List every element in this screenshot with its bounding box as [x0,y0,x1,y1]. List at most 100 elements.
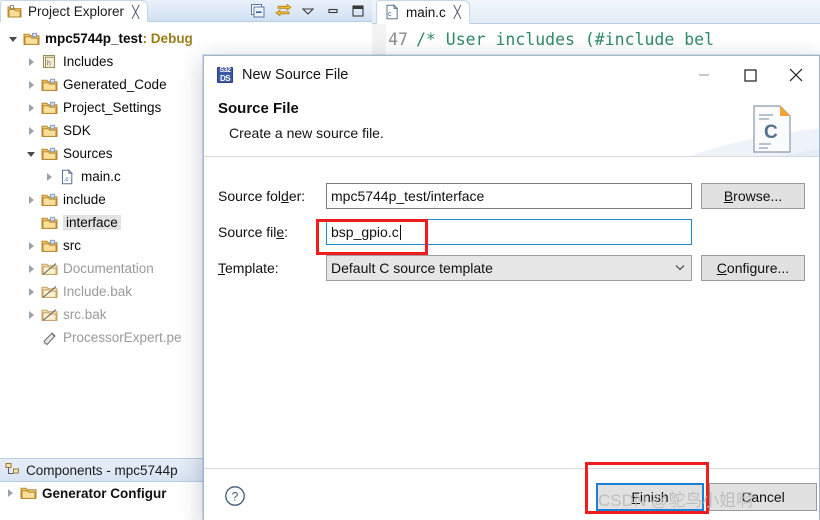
collapse-arrow-icon[interactable] [26,148,38,160]
code-comment-text: /* User includes (#include bel [416,30,715,49]
configure-button-label: onfigure... [726,260,790,276]
maximize-icon[interactable] [350,3,366,19]
banner-subtitle: Create a new source file. [229,125,384,141]
folder-icon [41,100,58,116]
window-buttons [681,56,819,94]
close-button[interactable] [773,56,819,94]
expand-arrow-icon[interactable] [26,125,38,137]
svg-text:h: h [47,60,51,67]
tree-item-label: src [63,238,81,253]
expand-arrow-icon[interactable] [26,263,38,275]
template-row: Template: Default C source template Conf… [218,255,805,281]
tab-components[interactable]: Components - mpc5744p [0,458,186,482]
tree-item-label: Generated_Code [63,77,167,92]
configure-button-mnemonic: C [716,260,727,276]
folder-icon [41,123,58,139]
maximize-button[interactable] [727,56,773,94]
link-with-editor-icon[interactable] [275,3,292,19]
s32ds-icon: S32 DS [217,67,233,83]
folder-icon [41,238,58,254]
source-folder-label: Source folder: [218,188,326,204]
watermark: CSDN @鸵鸟小姐啊 [598,491,754,510]
s32ds-icon-text-top: S32 [219,67,231,74]
text-caret [399,224,401,240]
includes-icon: h [41,54,58,70]
components-tab-label: Components - mpc5744p [26,462,178,478]
expand-arrow-icon[interactable] [26,286,38,298]
source-file-input-value: bsp_gpio.c [331,224,399,240]
c-file-icon: c [385,3,401,20]
tree-item-label: Sources [63,146,113,161]
svg-text:C: C [764,122,778,143]
new-source-file-dialog: S32 DS New Source File Source File Creat… [203,55,820,520]
dialog-title: New Source File [242,67,349,83]
configure-button[interactable]: Configure... [701,255,805,281]
source-folder-label-text: Source fol [218,188,282,204]
expand-arrow-icon[interactable] [26,194,38,206]
tree-item-label: include [63,192,106,207]
svg-text:?: ? [232,490,239,504]
source-file-input[interactable]: bsp_gpio.c [326,219,692,245]
s32ds-icon-text-bottom: DS [219,74,231,83]
browse-button[interactable]: Browse... [701,183,805,209]
browse-button-mnemonic: B [723,188,734,204]
tree-item-label: src.bak [63,307,107,322]
template-select[interactable]: Default C source template [326,255,692,281]
tab-project-explorer[interactable]: Project Explorer ╳ [0,0,149,22]
tree-item-label: mpc5744p_test: Debug [45,31,193,46]
folder-icon [20,485,37,501]
svg-text:.c: .c [64,175,70,182]
tree-item-label: Project_Settings [63,100,162,115]
folder-excluded-icon [41,284,58,300]
arrow-placeholder [26,217,38,229]
expand-arrow-icon[interactable] [26,79,38,91]
collapse-arrow-icon[interactable] [8,33,20,45]
view-menu-icon[interactable] [300,3,316,19]
minimize-button[interactable] [681,56,727,94]
folder-icon [41,77,58,93]
expand-arrow-icon[interactable] [26,240,38,252]
tree-item-label: Include.bak [63,284,133,299]
tab-main-c[interactable]: c main.c ╳ [376,0,470,24]
expand-arrow-icon[interactable] [26,102,38,114]
expand-arrow-icon[interactable] [5,487,17,499]
line-number: 47 [388,30,408,49]
folder-icon [41,192,58,208]
dialog-body: Source folder: mpc5744p_test/interface B… [204,157,819,468]
folder-icon [41,215,58,231]
minimize-icon[interactable] [325,3,341,19]
processor-expert-icon [41,330,58,346]
source-folder-label-mnemonic: d [281,188,289,204]
template-label-mnemonic: T [218,260,225,276]
source-folder-row: Source folder: mpc5744p_test/interface B… [218,183,805,209]
help-icon[interactable]: ? [224,485,246,507]
project-folder-icon [23,31,40,47]
expand-arrow-icon[interactable] [26,309,38,321]
project-explorer-toolbar [250,3,366,19]
dialog-banner: Source File Create a new source file. C [204,94,819,156]
collapse-all-icon[interactable] [250,3,266,19]
template-label: Template: [218,260,326,276]
project-config: : Debug [142,31,193,46]
expand-arrow-icon[interactable] [44,171,56,183]
source-folder-label-tail: er: [288,188,306,204]
banner-heading: Source File [218,100,299,117]
code-line-47: 47 /* User includes (#include bel [372,30,714,49]
arrow-placeholder [26,332,38,344]
tree-item-mpc5744p-test[interactable]: mpc5744p_test: Debug [0,27,372,50]
project-explorer-icon [7,4,23,20]
source-file-label-tail: : [284,224,289,240]
c-file-icon: .c [59,168,76,185]
svg-text:c: c [388,11,392,18]
tab-close-icon[interactable]: ╳ [132,5,139,19]
expand-arrow-icon[interactable] [26,56,38,68]
tree-item-label: SDK [63,123,91,138]
components-first-row-label: Generator Configur [42,485,167,501]
editor-tab-close-icon[interactable]: ╳ [454,5,461,19]
browse-button-label: rowse... [733,188,783,204]
dialog-titlebar[interactable]: S32 DS New Source File [204,56,819,94]
source-folder-input[interactable]: mpc5744p_test/interface [326,183,692,209]
template-label-tail: emplate: [225,260,279,276]
screen-root: Project Explorer ╳ mpc5744p_test: Debug … [0,0,820,520]
tab-label: Project Explorer [28,4,125,19]
